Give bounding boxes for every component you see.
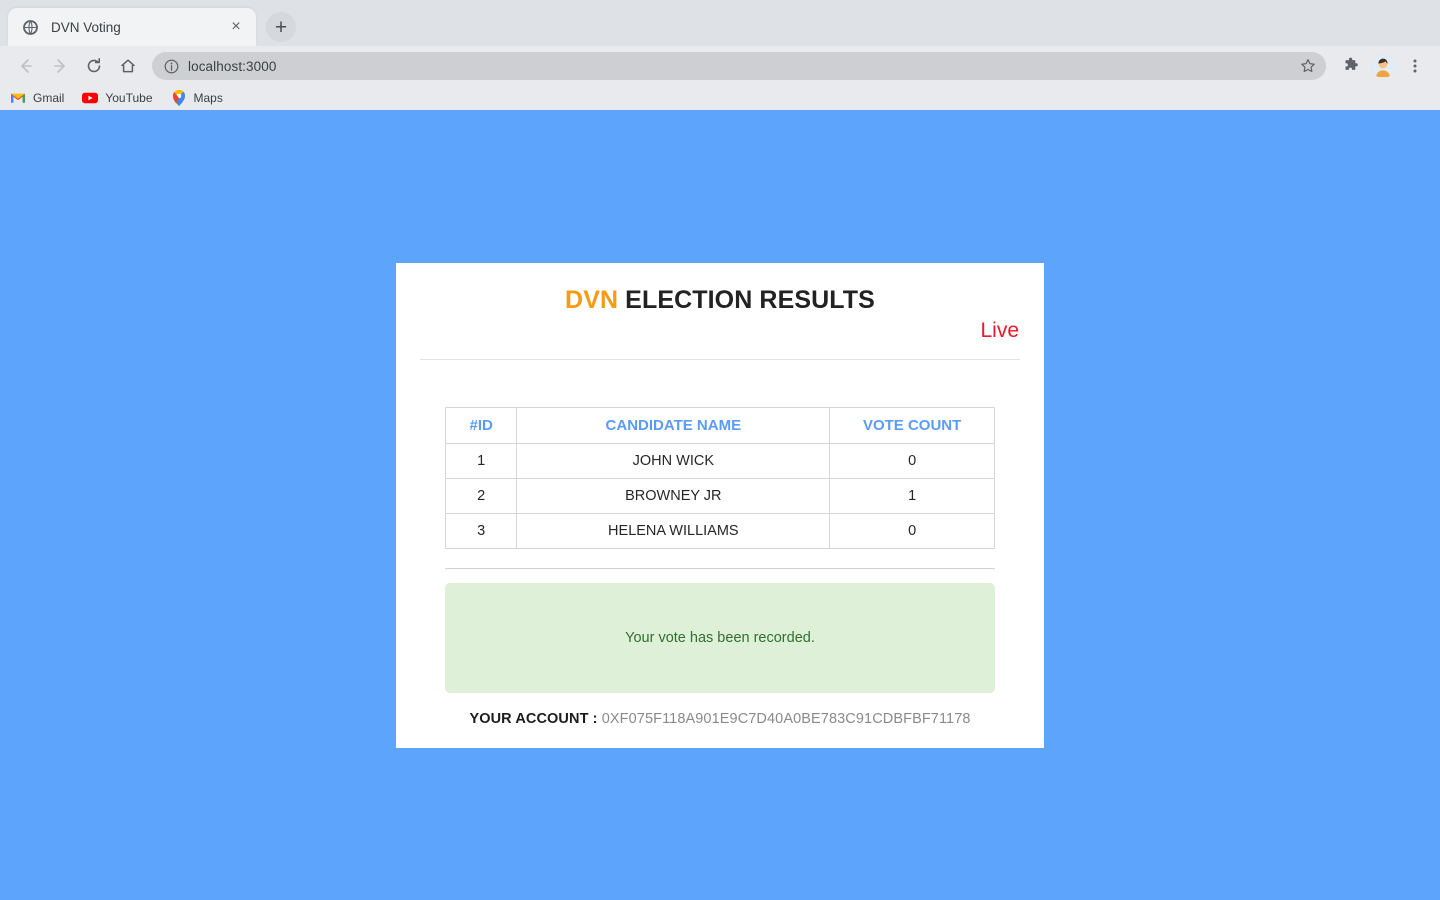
back-icon[interactable] bbox=[10, 50, 42, 82]
avatar[interactable] bbox=[1368, 51, 1398, 81]
star-icon[interactable] bbox=[1296, 54, 1320, 78]
table-row: 3 HELENA WILLIAMS 0 bbox=[444, 513, 995, 549]
column-header-id: #ID bbox=[444, 407, 518, 444]
bookmark-label: Maps bbox=[193, 91, 223, 105]
cell-vote-count: 0 bbox=[829, 443, 995, 479]
bookmark-maps[interactable]: Maps bbox=[171, 90, 223, 106]
page-title-rest: ELECTION RESULTS bbox=[618, 286, 875, 314]
results-card: DVN ELECTION RESULTS Live #ID CANDIDATE … bbox=[396, 263, 1044, 748]
youtube-icon bbox=[82, 90, 99, 106]
tab-strip: DVN Voting × + bbox=[0, 0, 1440, 46]
account-label: YOUR ACCOUNT : bbox=[469, 711, 598, 727]
cell-vote-count: 1 bbox=[829, 478, 995, 514]
gmail-icon bbox=[10, 90, 26, 106]
table-row: 1 JOHN WICK 0 bbox=[444, 443, 995, 479]
divider-top bbox=[420, 359, 1020, 360]
divider-bottom bbox=[445, 568, 995, 569]
card-header: DVN ELECTION RESULTS Live bbox=[396, 263, 1044, 343]
browser-tab[interactable]: DVN Voting × bbox=[8, 8, 256, 46]
close-icon[interactable]: × bbox=[226, 17, 246, 37]
account-row: YOUR ACCOUNT : 0XF075F118A901E9C7D40A0BE… bbox=[396, 711, 1044, 727]
reload-icon[interactable] bbox=[78, 50, 110, 82]
new-tab-button[interactable]: + bbox=[266, 12, 296, 42]
cell-id: 2 bbox=[444, 478, 518, 514]
address-bar[interactable]: localhost:3000 bbox=[152, 52, 1326, 80]
google-maps-icon bbox=[171, 90, 187, 106]
forward-icon[interactable] bbox=[44, 50, 76, 82]
cell-candidate-name: BROWNEY JR bbox=[516, 478, 831, 514]
bookmark-label: Gmail bbox=[33, 91, 65, 105]
cell-id: 1 bbox=[444, 443, 518, 479]
bookmarks-bar: Gmail YouTube Maps bbox=[0, 86, 1440, 110]
column-header-candidate-name: CANDIDATE NAME bbox=[516, 407, 831, 444]
table-header-row: #ID CANDIDATE NAME VOTE COUNT bbox=[444, 407, 995, 444]
browser-toolbar: localhost:3000 bbox=[0, 46, 1440, 86]
results-table: #ID CANDIDATE NAME VOTE COUNT 1 JOHN WIC… bbox=[444, 407, 995, 549]
page-background: DVN ELECTION RESULTS Live #ID CANDIDATE … bbox=[0, 110, 1440, 900]
info-circle-icon[interactable] bbox=[164, 59, 179, 74]
avatar-icon bbox=[1371, 54, 1395, 78]
results-table-container: #ID CANDIDATE NAME VOTE COUNT 1 JOHN WIC… bbox=[444, 407, 995, 549]
table-row: 2 BROWNEY JR 1 bbox=[444, 478, 995, 514]
cell-candidate-name: JOHN WICK bbox=[516, 443, 831, 479]
alert-message: Your vote has been recorded. bbox=[625, 630, 815, 646]
url-text: localhost:3000 bbox=[188, 58, 277, 74]
vote-recorded-alert: Your vote has been recorded. bbox=[445, 583, 995, 693]
bookmark-label: YouTube bbox=[105, 91, 153, 105]
cell-id: 3 bbox=[444, 513, 518, 549]
tab-title: DVN Voting bbox=[51, 19, 121, 35]
browser-chrome: DVN Voting × + localhost:3000 Gmail YouT… bbox=[0, 0, 1440, 110]
page-title: DVN ELECTION RESULTS bbox=[420, 285, 1020, 315]
bookmark-gmail[interactable]: Gmail bbox=[10, 90, 64, 106]
three-dot-menu-icon[interactable] bbox=[1400, 51, 1430, 81]
bookmark-youtube[interactable]: YouTube bbox=[82, 90, 153, 106]
home-icon[interactable] bbox=[112, 50, 144, 82]
account-address: 0XF075F118A901E9C7D40A0BE783C91CDBFBF711… bbox=[601, 711, 971, 727]
globe-icon bbox=[22, 19, 39, 36]
puzzle-piece-icon[interactable] bbox=[1336, 51, 1366, 81]
cell-vote-count: 0 bbox=[829, 513, 995, 549]
brand-name: DVN bbox=[565, 286, 619, 314]
live-status-badge: Live bbox=[980, 319, 1019, 342]
column-header-vote-count: VOTE COUNT bbox=[829, 407, 995, 444]
cell-candidate-name: HELENA WILLIAMS bbox=[516, 513, 831, 549]
